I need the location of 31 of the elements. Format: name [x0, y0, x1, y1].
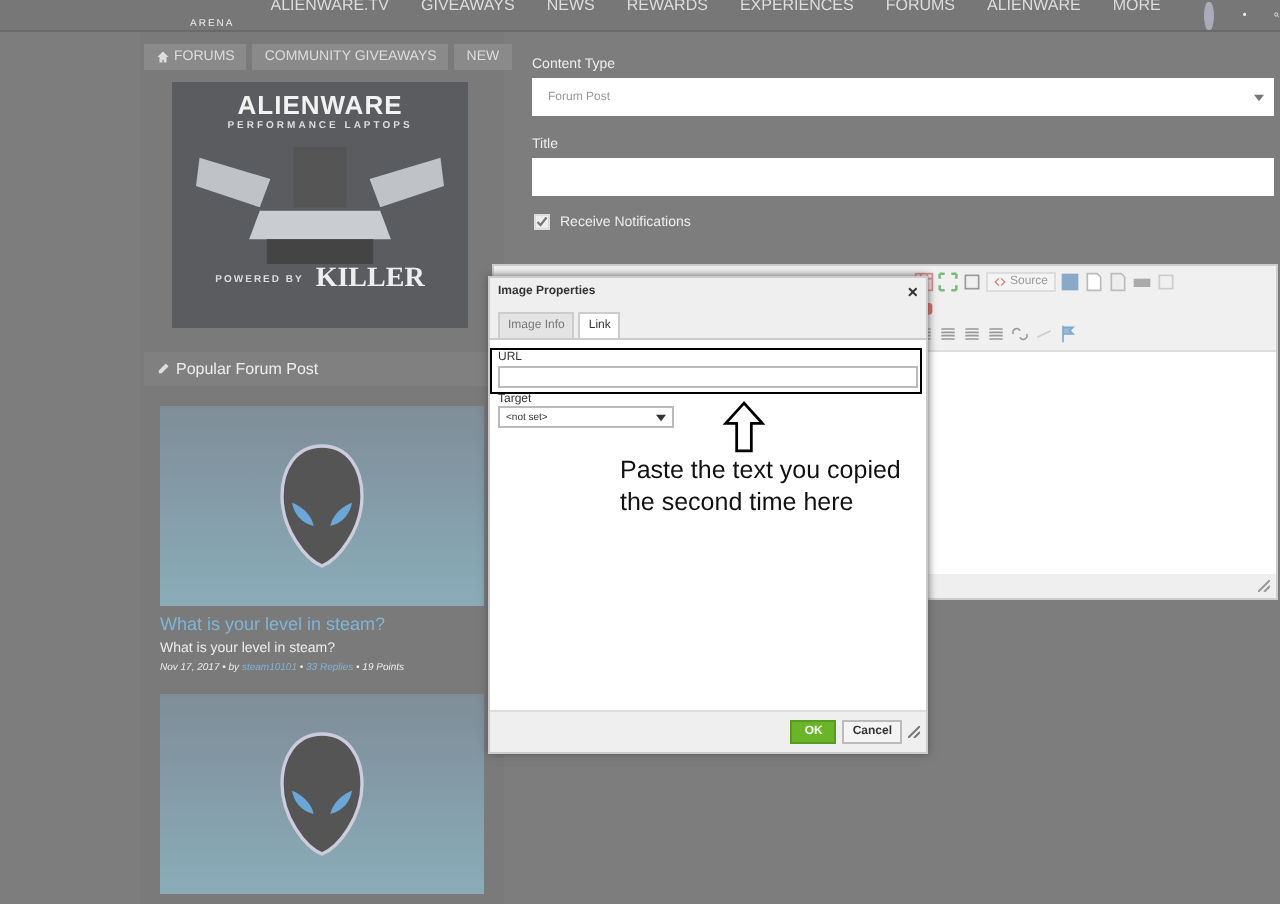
align-icon[interactable]: [986, 324, 1006, 344]
resize-grip-icon[interactable]: [1258, 580, 1270, 592]
title-input[interactable]: [532, 158, 1274, 196]
align-icon[interactable]: [962, 324, 982, 344]
home-icon: [156, 50, 170, 64]
link-icon[interactable]: [1010, 324, 1030, 344]
flag-icon[interactable]: [1058, 324, 1078, 344]
save-icon[interactable]: [1060, 272, 1081, 292]
maximize-icon[interactable]: [938, 272, 958, 292]
caret-icon: [1254, 93, 1264, 101]
document-icon[interactable]: [1084, 272, 1105, 292]
section-title: Popular Forum Post: [176, 360, 319, 378]
preview-icon[interactable]: [1108, 272, 1129, 292]
code-icon: [994, 276, 1006, 288]
unlink-icon[interactable]: [1034, 324, 1054, 344]
alien-head-image[interactable]: [160, 406, 484, 606]
up-arrow-icon: [722, 400, 766, 454]
close-button[interactable]: ×: [907, 281, 918, 301]
partner-logo-text: KILLER: [315, 264, 425, 296]
pen-icon: [156, 362, 170, 376]
resize-grip-icon[interactable]: [908, 726, 920, 738]
brand-text: ALIENWARE: [237, 90, 403, 120]
align-icon[interactable]: [938, 324, 958, 344]
avatar-icon[interactable]: [1204, 1, 1214, 29]
template-icon[interactable]: [1156, 272, 1177, 292]
notification-checkbox[interactable]: [534, 214, 550, 230]
alien-head-image[interactable]: [160, 694, 484, 894]
blocks-icon[interactable]: [962, 272, 982, 292]
caret-icon: [656, 413, 666, 421]
url-input[interactable]: [498, 366, 918, 388]
annotation-text: Paste the text you copied the second time here: [620, 454, 903, 518]
